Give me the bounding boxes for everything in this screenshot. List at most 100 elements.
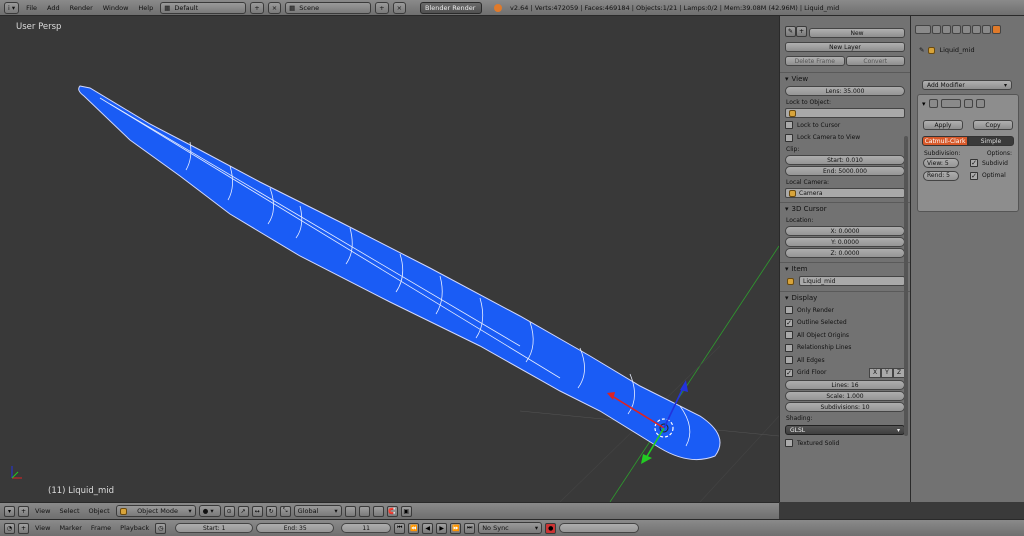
menu-frame[interactable]: Frame — [88, 524, 114, 532]
new-layer-button[interactable]: New Layer — [785, 42, 905, 52]
snap-icon[interactable]: 🧲 — [386, 505, 398, 517]
menu-help[interactable]: Help — [135, 4, 156, 12]
add-modifier-button[interactable]: Add Modifier ▾ — [922, 80, 1012, 90]
relationship-lines-toggle[interactable]: Relationship Lines — [780, 342, 910, 355]
lock-camera-toggle[interactable]: Lock Camera to View — [780, 132, 910, 145]
manipulator-z-arrow-icon[interactable] — [680, 380, 688, 392]
menu-view[interactable]: View — [32, 524, 53, 532]
editor-type-icon[interactable] — [915, 24, 931, 34]
all-edges-toggle[interactable]: All Edges — [780, 354, 910, 367]
editor-type-icon[interactable]: ◔ — [4, 522, 15, 534]
clip-start-field[interactable]: Start: 0.010 — [785, 155, 905, 165]
lock-object-field[interactable] — [785, 108, 905, 118]
jump-end-icon[interactable]: ⏭ — [464, 522, 476, 534]
transform-orientation-selector[interactable]: Global ▾ — [293, 505, 342, 517]
editor-type-button[interactable]: i ▾ — [4, 1, 20, 14]
lens-field[interactable]: Lens: 35.000 — [785, 86, 905, 96]
jump-prev-keyframe-icon[interactable]: ⏪ — [408, 522, 420, 534]
delete-frame-button[interactable]: Delete Frame — [785, 56, 845, 66]
close-icon[interactable] — [975, 99, 985, 108]
grid-axis-y-button[interactable]: Y — [881, 367, 893, 378]
screen-remove-button[interactable]: × — [267, 1, 282, 14]
grid-subdivisions-field[interactable]: Subdivisions: 10 — [785, 402, 905, 412]
rotate-icon[interactable]: ↻ — [265, 505, 277, 517]
all-object-origins-toggle[interactable]: All Object Origins — [780, 329, 910, 342]
menu-select[interactable]: Select — [56, 507, 82, 515]
object-tab-icon[interactable] — [962, 24, 971, 34]
render-tab-icon[interactable] — [932, 24, 941, 34]
preview-range-icon[interactable]: ◷ — [155, 522, 167, 534]
convert-button[interactable]: Convert — [845, 56, 905, 66]
optimal-display-toggle[interactable]: ✓ Optimal — [964, 170, 1006, 183]
layer-button-icon[interactable] — [344, 505, 356, 517]
cursor-y-field[interactable]: Y: 0.0000 — [785, 237, 905, 247]
sync-mode-selector[interactable]: No Sync ▾ — [478, 522, 543, 534]
shading-selector[interactable]: GLSL ▾ — [785, 425, 905, 435]
copy-button[interactable]: Copy — [973, 120, 1013, 130]
screen-add-button[interactable]: + — [250, 1, 264, 14]
record-keyframe-icon[interactable]: ● — [545, 522, 557, 534]
manipulator-y-arrow-icon[interactable] — [641, 454, 652, 464]
only-render-toggle[interactable]: Only Render — [780, 304, 910, 317]
display-section-header[interactable]: ▾ Display — [780, 291, 910, 304]
world-tab-icon[interactable] — [952, 24, 961, 34]
grease-pencil-icon[interactable]: ✎ — [785, 26, 796, 37]
new-grease-pencil-button[interactable]: New — [809, 28, 905, 38]
scene-add-button[interactable]: + — [375, 1, 389, 14]
keying-set-field[interactable] — [559, 523, 640, 533]
play-reverse-icon[interactable]: ◀ — [422, 522, 434, 534]
menu-marker[interactable]: Marker — [56, 524, 84, 532]
viewport-scene[interactable] — [0, 16, 779, 502]
lock-to-cursor-toggle[interactable]: Lock to Cursor — [780, 119, 910, 132]
jump-start-icon[interactable]: ⏮ — [394, 522, 406, 534]
render-preview-icon[interactable]: ▣ — [400, 505, 412, 517]
catmull-clark-button[interactable]: Catmull-Clark — [922, 136, 968, 146]
visibility-icon[interactable] — [963, 99, 973, 108]
grid-floor-toggle[interactable]: ✓ Grid Floor X Y Z — [780, 367, 910, 380]
shelf-scrollbar[interactable] — [904, 136, 908, 436]
mode-selector[interactable]: Object Mode ▾ — [115, 505, 196, 517]
pin-icon[interactable]: ✎ — [919, 46, 924, 54]
end-frame-field[interactable]: End: 35 — [256, 523, 335, 533]
outline-selected-toggle[interactable]: ✓ Outline Selected — [780, 317, 910, 330]
grease-pencil-add-icon[interactable]: + — [796, 26, 807, 37]
local-camera-field[interactable]: Camera — [785, 188, 905, 198]
screen-layout-selector[interactable]: ▦ Default — [160, 1, 247, 14]
item-section-header[interactable]: ▾ Item — [780, 262, 910, 275]
3d-cursor-section-header[interactable]: ▾ 3D Cursor — [780, 202, 910, 215]
layer-button-icon[interactable] — [372, 505, 384, 517]
collapse-menu-icon[interactable]: + — [18, 505, 29, 517]
modifier-tab-icon[interactable] — [992, 24, 1001, 34]
menu-file[interactable]: File — [23, 4, 40, 12]
editor-type-icon[interactable]: ▾ — [4, 505, 15, 517]
apply-button[interactable]: Apply — [923, 120, 963, 130]
play-icon[interactable]: ▶ — [436, 522, 448, 534]
cursor-x-field[interactable]: X: 0.0000 — [785, 226, 905, 236]
scale-icon[interactable]: ⤡ — [279, 505, 291, 517]
current-frame-field[interactable]: 11 — [341, 523, 392, 533]
menu-add[interactable]: Add — [44, 4, 63, 12]
3d-viewport[interactable]: User Persp (11) Liquid_mid — [0, 16, 779, 502]
grid-axis-x-button[interactable]: X — [869, 367, 881, 378]
scene-tab-icon[interactable] — [942, 24, 951, 34]
modifier-name-field[interactable] — [940, 99, 961, 108]
view-levels-field[interactable]: View: 5 — [923, 158, 959, 169]
translate-icon[interactable]: ↔ — [251, 505, 263, 517]
collapse-menu-icon[interactable]: + — [18, 522, 29, 534]
textured-solid-toggle[interactable]: Textured Solid — [780, 437, 910, 450]
menu-playback[interactable]: Playback — [117, 524, 152, 532]
start-frame-field[interactable]: Start: 1 — [175, 523, 254, 533]
subdivide-uvs-toggle[interactable]: ✓ Subdivid — [964, 157, 1008, 170]
menu-window[interactable]: Window — [100, 4, 132, 12]
menu-render[interactable]: Render — [67, 4, 96, 12]
manipulator-toggle-icon[interactable]: ↗ — [237, 505, 249, 517]
constraints-tab-icon[interactable] — [972, 24, 981, 34]
scene-remove-button[interactable]: × — [392, 1, 407, 14]
layer-button-icon[interactable] — [358, 505, 370, 517]
grid-scale-field[interactable]: Scale: 1.000 — [785, 391, 905, 401]
simple-button[interactable]: Simple — [968, 136, 1014, 146]
scene-selector[interactable]: ▦ Scene — [285, 1, 372, 14]
object-name-field[interactable]: Liquid_mid — [799, 276, 905, 286]
jump-next-keyframe-icon[interactable]: ⏩ — [450, 522, 462, 534]
grid-lines-field[interactable]: Lines: 16 — [785, 380, 905, 390]
